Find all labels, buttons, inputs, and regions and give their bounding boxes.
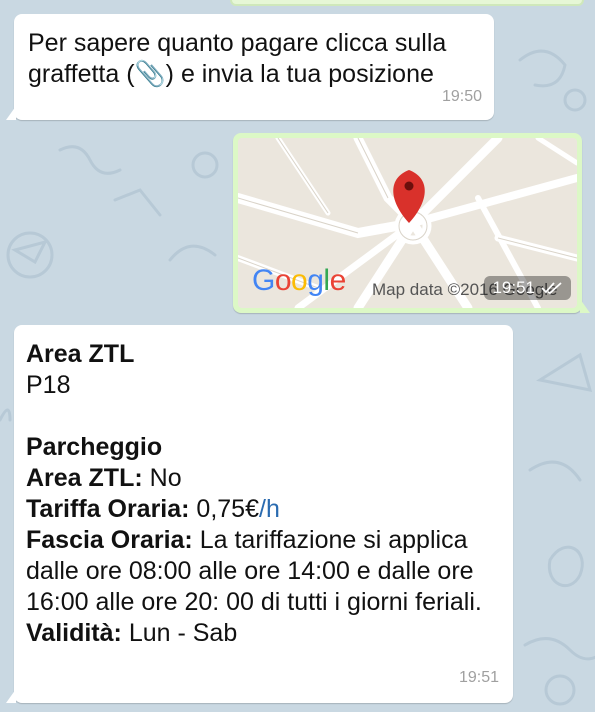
validity-value: Lun - Sab bbox=[121, 619, 238, 647]
message-time: 19:51 bbox=[458, 669, 499, 686]
incoming-message-parking-info[interactable]: Area ZTL P18 Parcheggio Area ZTL: No Tar… bbox=[6, 325, 513, 703]
double-check-icon bbox=[541, 282, 562, 295]
validity-label: Validità: bbox=[26, 619, 122, 647]
message-time: 19:50 bbox=[441, 88, 482, 105]
ztl-value: No bbox=[142, 464, 182, 492]
outgoing-location-message[interactable]: Google Map data ©2016 Google 19:51 bbox=[233, 133, 590, 313]
section-title: Parcheggio bbox=[26, 433, 163, 461]
previous-message-edge bbox=[230, 0, 584, 6]
message-time-badge: 19:51 bbox=[484, 276, 571, 300]
tariff-label: Tariffa Oraria: bbox=[26, 495, 190, 523]
band-label: Fascia Oraria: bbox=[26, 526, 193, 554]
tariff-unit-link[interactable]: /h bbox=[259, 495, 280, 523]
message-text: Per sapere quanto pagare clicca sulla gr… bbox=[28, 29, 447, 88]
message-time: 19:51 bbox=[492, 278, 535, 297]
message-body: Area ZTL P18 Parcheggio Area ZTL: No Tar… bbox=[26, 339, 512, 649]
google-logo: Google bbox=[252, 264, 346, 297]
area-title: Area ZTL bbox=[26, 340, 135, 368]
ztl-label: Area ZTL: bbox=[26, 464, 143, 492]
incoming-message-instructions[interactable]: Per sapere quanto pagare clicca sulla gr… bbox=[6, 14, 494, 120]
area-code: P18 bbox=[26, 371, 71, 399]
location-map-thumbnail[interactable]: Google Map data ©2016 Google 19:51 bbox=[238, 138, 577, 308]
tariff-value: 0,75€ bbox=[189, 495, 259, 523]
